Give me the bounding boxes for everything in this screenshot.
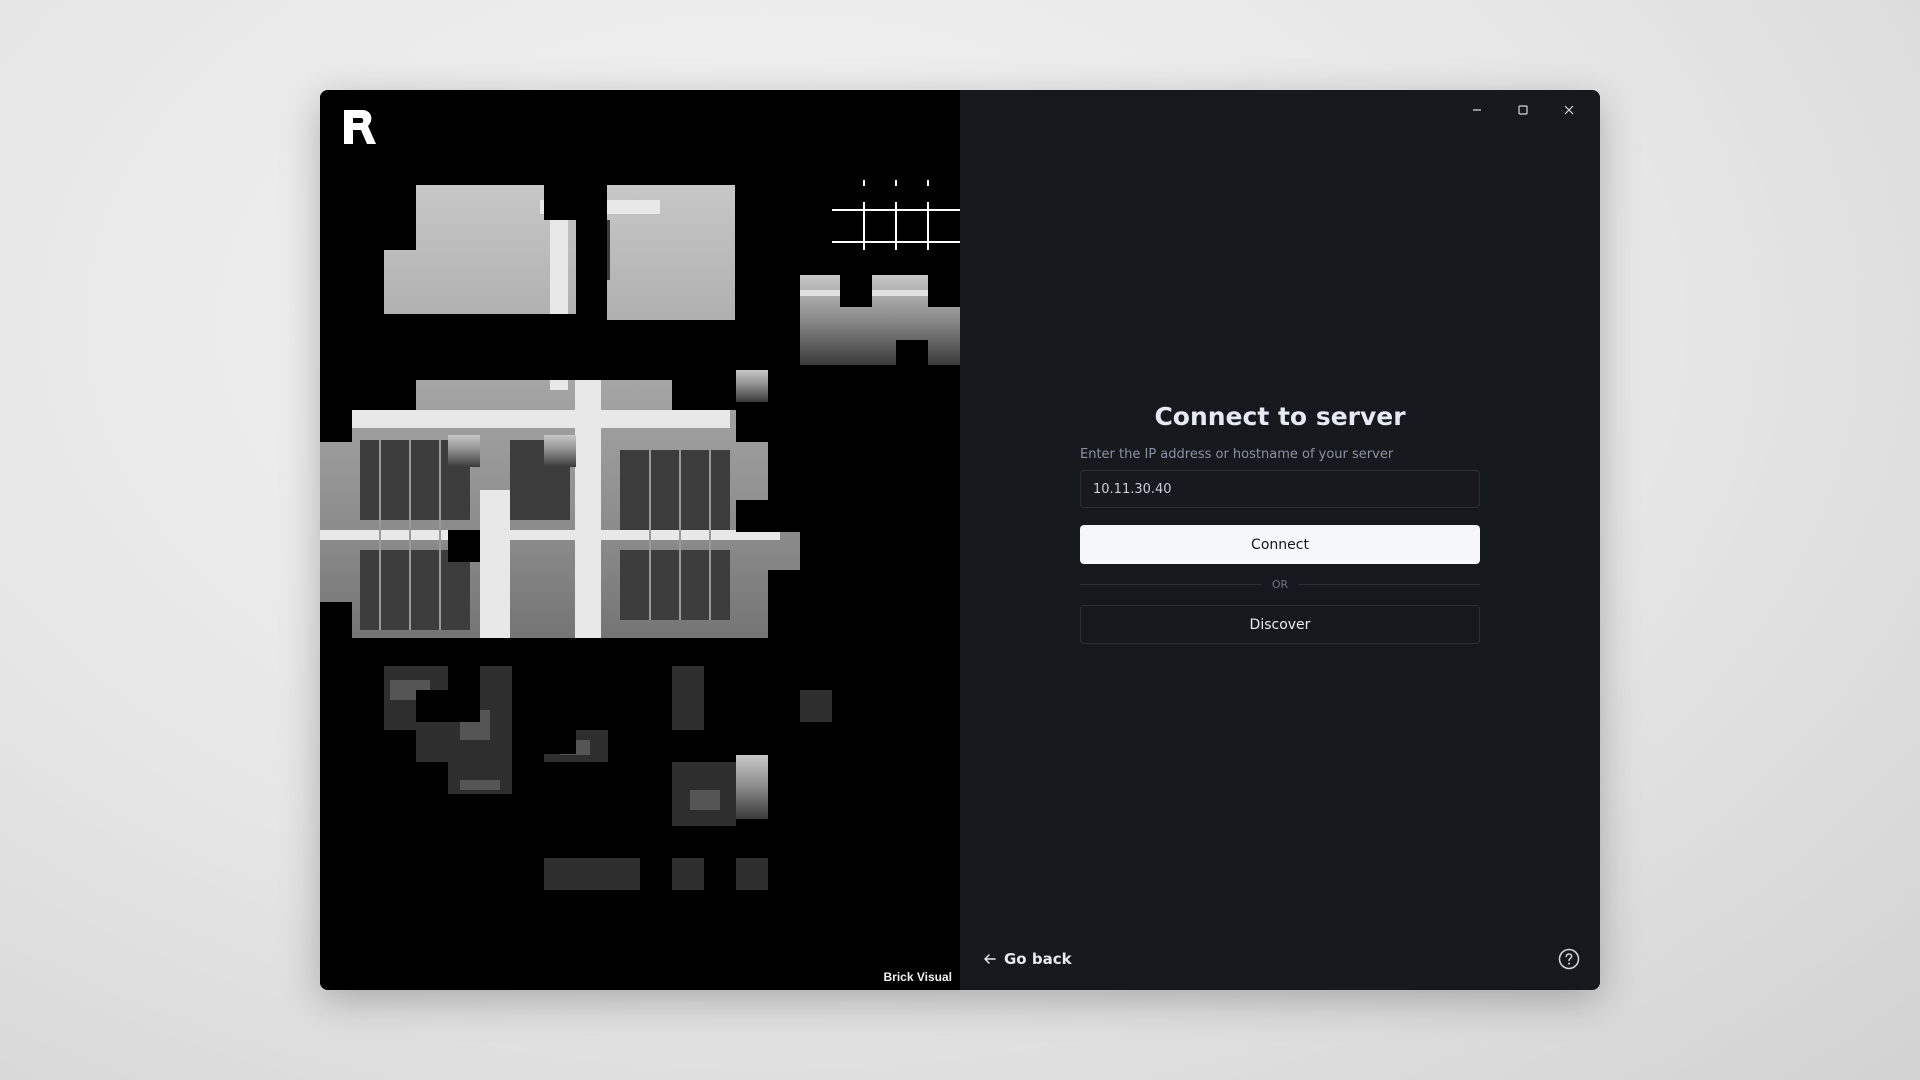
- photo-credit: Brick Visual: [883, 970, 952, 984]
- close-icon: [1564, 105, 1574, 115]
- divider-line: [1298, 584, 1480, 585]
- go-back-link[interactable]: Go back: [982, 950, 1072, 968]
- server-address-label: Enter the IP address or hostname of your…: [1080, 447, 1394, 462]
- minimize-button[interactable]: [1454, 98, 1500, 122]
- go-back-label: Go back: [1004, 950, 1072, 968]
- app-window: Brick Visual Connect to server Enter the…: [320, 90, 1600, 990]
- arrow-left-icon: [984, 954, 996, 964]
- help-icon[interactable]: [1558, 948, 1580, 970]
- building-mosaic-image: [320, 90, 960, 990]
- divider-line: [1080, 584, 1262, 585]
- maximize-button[interactable]: [1500, 98, 1546, 122]
- connect-button[interactable]: Connect: [1080, 525, 1480, 564]
- image-panel: Brick Visual: [320, 90, 960, 990]
- server-address-input[interactable]: [1080, 470, 1480, 508]
- minimize-icon: [1473, 109, 1481, 111]
- connect-form: Connect to server Enter the IP address o…: [1080, 402, 1480, 644]
- window-controls: [1454, 98, 1592, 122]
- connect-panel: Connect to server Enter the IP address o…: [960, 90, 1600, 990]
- or-label: OR: [1271, 578, 1289, 591]
- maximize-icon: [1518, 105, 1528, 115]
- page-title: Connect to server: [1154, 402, 1406, 431]
- or-divider: OR: [1080, 578, 1480, 591]
- discover-button[interactable]: Discover: [1080, 605, 1480, 644]
- close-button[interactable]: [1546, 98, 1592, 122]
- r-logo-icon: [344, 110, 376, 144]
